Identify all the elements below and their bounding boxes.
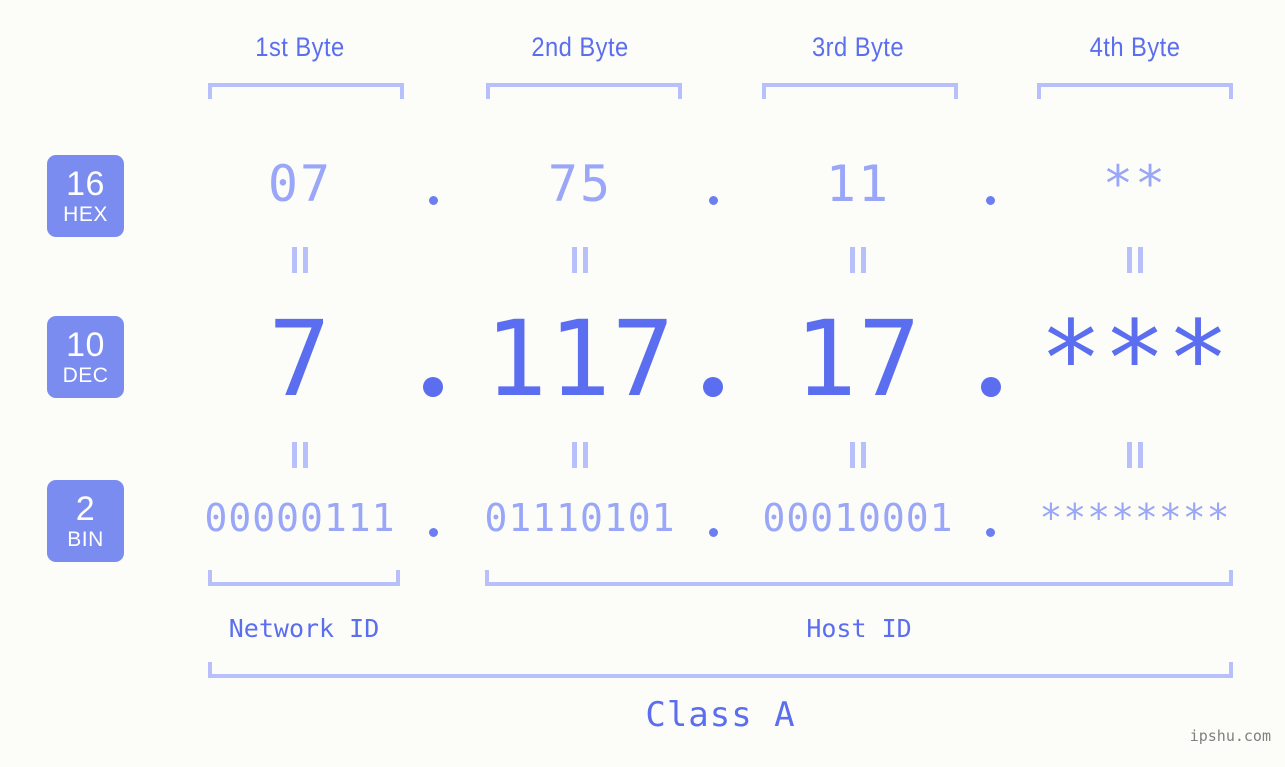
site-watermark: ipshu.com <box>1189 727 1271 745</box>
byte-bracket-2 <box>486 83 682 99</box>
bin-separator-dot-3 <box>986 528 995 537</box>
equals-mark-dec-bin-4 <box>1125 442 1145 468</box>
base-badge-bin: 2 BIN <box>47 480 124 562</box>
bin-separator-dot-2 <box>709 528 718 537</box>
bin-byte-2: 01110101 <box>484 496 676 540</box>
hex-byte-4: ** <box>1102 155 1168 213</box>
bin-byte-1: 00000111 <box>204 496 396 540</box>
class-label: Class A <box>645 695 796 735</box>
base-badge-hex: 16 HEX <box>47 155 124 237</box>
hex-byte-1: 07 <box>267 155 333 213</box>
hex-separator-dot-2 <box>709 196 718 205</box>
equals-mark-hex-dec-2 <box>570 247 590 273</box>
dec-byte-4: *** <box>1039 298 1231 420</box>
equals-mark-dec-bin-1 <box>290 442 310 468</box>
byte-bracket-3 <box>762 83 958 99</box>
bin-separator-dot-1 <box>429 528 438 537</box>
bin-byte-3: 00010001 <box>762 496 954 540</box>
ip-breakdown-diagram: 1st Byte 2nd Byte 3rd Byte 4th Byte 16 H… <box>0 0 1285 767</box>
host-id-bracket <box>485 570 1233 586</box>
network-id-bracket <box>208 570 400 586</box>
equals-mark-hex-dec-1 <box>290 247 310 273</box>
base-badge-hex-number: 16 <box>66 165 105 203</box>
byte-header-1: 1st Byte <box>255 32 345 62</box>
hex-separator-dot-1 <box>429 196 438 205</box>
byte-header-2: 2nd Byte <box>531 32 629 62</box>
network-id-label: Network ID <box>228 614 380 643</box>
bin-byte-4: ******** <box>1039 496 1231 540</box>
base-badge-bin-name: BIN <box>67 528 104 551</box>
hex-byte-3: 11 <box>825 155 891 213</box>
base-badge-dec-number: 10 <box>66 326 105 364</box>
base-badge-dec: 10 DEC <box>47 316 124 398</box>
dec-separator-dot-3 <box>981 377 1001 397</box>
base-badge-dec-name: DEC <box>62 364 109 387</box>
dec-separator-dot-2 <box>703 377 723 397</box>
byte-bracket-4 <box>1037 83 1233 99</box>
base-badge-bin-number: 2 <box>75 490 96 528</box>
equals-mark-hex-dec-4 <box>1125 247 1145 273</box>
dec-byte-3: 17 <box>794 298 922 420</box>
byte-header-4: 4th Byte <box>1089 32 1181 62</box>
equals-mark-dec-bin-3 <box>848 442 868 468</box>
class-bracket <box>208 662 1233 678</box>
host-id-label: Host ID <box>806 614 912 643</box>
dec-byte-1: 7 <box>268 298 332 420</box>
byte-header-3: 3rd Byte <box>811 32 905 62</box>
byte-bracket-1 <box>208 83 404 99</box>
base-badge-hex-name: HEX <box>63 203 108 226</box>
dec-byte-2: 117 <box>484 298 676 420</box>
hex-byte-2: 75 <box>547 155 613 213</box>
hex-separator-dot-3 <box>986 196 995 205</box>
dec-separator-dot-1 <box>423 377 443 397</box>
equals-mark-dec-bin-2 <box>570 442 590 468</box>
equals-mark-hex-dec-3 <box>848 247 868 273</box>
